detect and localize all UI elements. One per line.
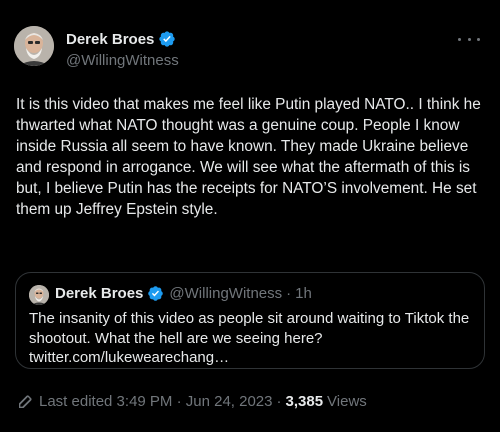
pencil-icon bbox=[19, 394, 32, 408]
more-options-icon[interactable] bbox=[458, 30, 480, 48]
author-display-name[interactable]: Derek Broes bbox=[66, 31, 154, 48]
quoted-author-avatar bbox=[29, 285, 49, 305]
quoted-tweet-link[interactable]: twitter.com/lukewearechang… bbox=[29, 349, 229, 366]
quoted-tweet[interactable]: Derek Broes @WillingWitness · 1h The ins… bbox=[15, 272, 485, 369]
views-label: Views bbox=[327, 393, 367, 410]
views-count: 3,385 bbox=[285, 393, 324, 410]
author-handle[interactable]: @WillingWitness bbox=[66, 52, 179, 69]
quoted-tweet-text: The insanity of this video as people sit… bbox=[29, 309, 479, 368]
quoted-timestamp[interactable]: 1h bbox=[295, 285, 312, 302]
verified-badge-icon bbox=[148, 286, 164, 301]
verified-badge-icon[interactable] bbox=[158, 30, 176, 48]
tweet-text: It is this video that makes me feel like… bbox=[16, 96, 481, 218]
quoted-author-handle: @WillingWitness bbox=[169, 285, 283, 302]
avatar-image bbox=[29, 285, 49, 305]
last-edited-label[interactable]: Last edited 3:49 PM · Jun 24, 2023 bbox=[39, 393, 273, 410]
meta-separator: · bbox=[276, 393, 282, 410]
avatar-image bbox=[14, 26, 54, 66]
tweet-meta: Last edited 3:49 PM · Jun 24, 2023 · 3,3… bbox=[17, 393, 367, 410]
author-avatar[interactable] bbox=[14, 26, 54, 66]
tweet: Derek Broes @WillingWitness It is this v… bbox=[0, 0, 500, 432]
quoted-text-body: The insanity of this video as people sit… bbox=[29, 310, 470, 347]
quoted-author-display-name: Derek Broes bbox=[55, 285, 144, 302]
quoted-separator: · bbox=[286, 285, 292, 302]
